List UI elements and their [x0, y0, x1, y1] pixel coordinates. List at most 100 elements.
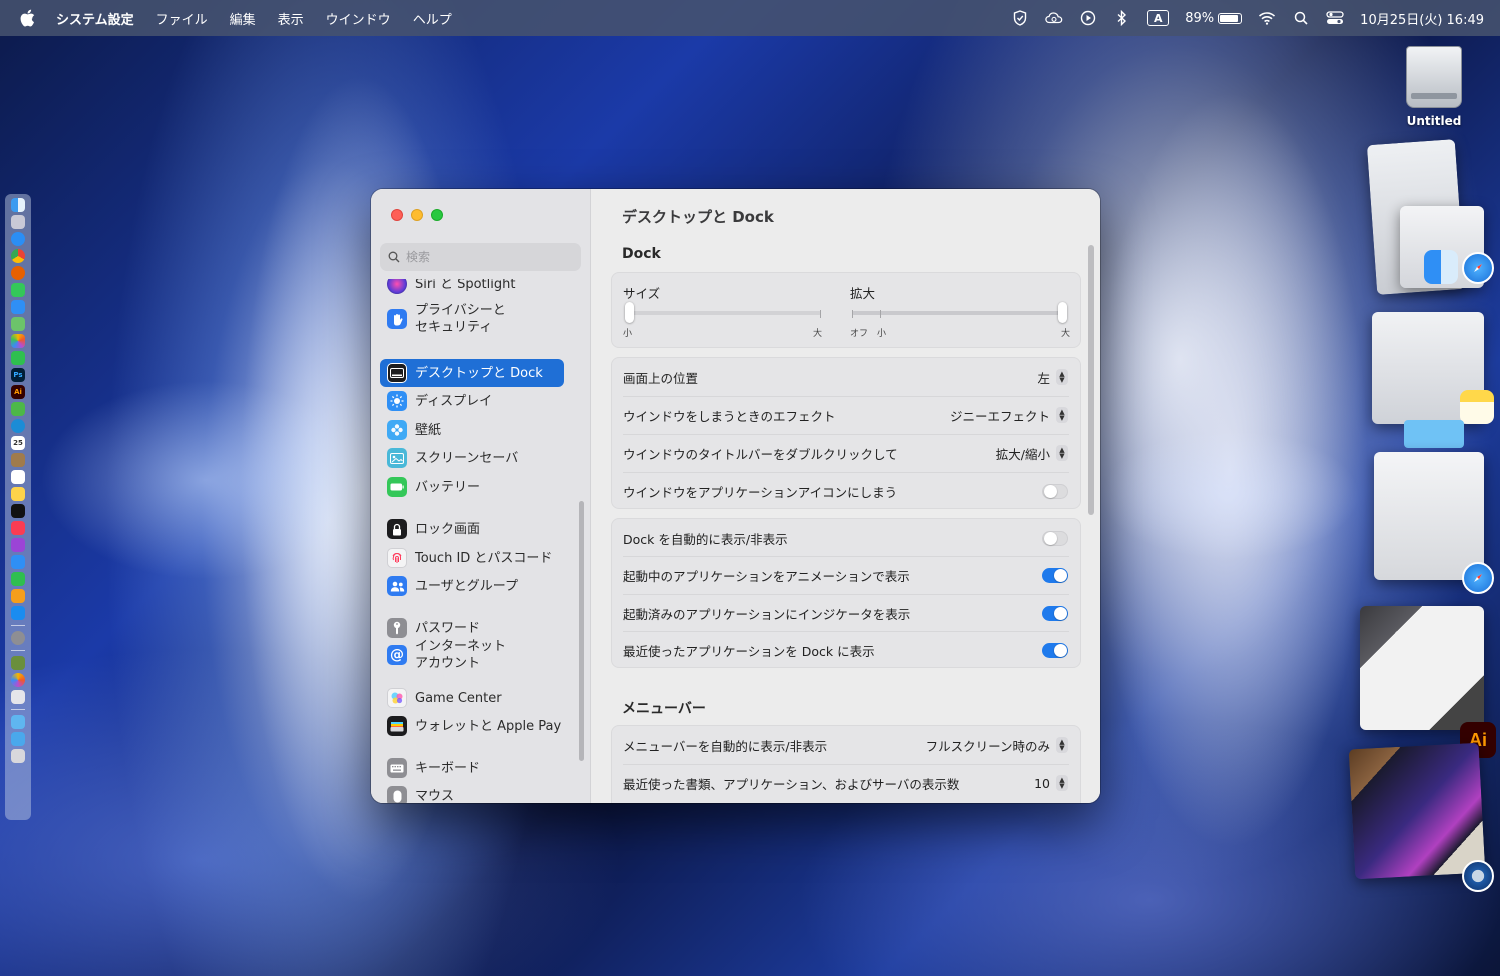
folder-icon[interactable]: [11, 715, 25, 729]
menu-edit[interactable]: 編集: [230, 9, 256, 28]
notes-icon[interactable]: [11, 487, 25, 501]
finder-icon[interactable]: [11, 198, 25, 212]
sidebar-item-wallet[interactable]: ウォレットと Apple Pay: [380, 713, 564, 739]
minimize-effect-row[interactable]: ウインドウをしまうときのエフェクト ジニーエフェクト ▲ ▼: [612, 396, 1080, 434]
animate-apps-toggle[interactable]: [1042, 567, 1068, 583]
content-scrollbar[interactable]: [1088, 245, 1094, 515]
desktop-stack-images[interactable]: [1374, 452, 1484, 580]
auto-hide-menubar-popup[interactable]: フルスクリーン時のみ ▲ ▼: [926, 736, 1068, 755]
sidebar-item-keyboard[interactable]: キーボード: [380, 755, 564, 781]
sidebar-item-internet-accounts[interactable]: @ インターネット アカウント: [380, 635, 564, 675]
chrome-icon[interactable]: [11, 249, 25, 263]
zoom-button[interactable]: [431, 209, 443, 221]
sidebar-item-display[interactable]: ディスプレイ: [380, 388, 564, 414]
pages-icon[interactable]: [11, 589, 25, 603]
firefox-icon[interactable]: [11, 266, 25, 280]
search-field[interactable]: [380, 243, 581, 271]
podcasts-icon[interactable]: [11, 538, 25, 552]
sidebar-item-battery[interactable]: バッテリー: [380, 474, 564, 500]
system-settings-icon[interactable]: [11, 631, 25, 645]
sidebar-item-lock-screen[interactable]: ロック画面: [380, 516, 564, 542]
wifi-icon[interactable]: [1258, 9, 1276, 27]
desktop-stack-illustrator[interactable]: [1360, 606, 1484, 730]
music-icon[interactable]: [11, 521, 25, 535]
sidebar-item-wallpaper[interactable]: 壁紙: [380, 417, 564, 443]
minimize-effect-popup[interactable]: ジニーエフェクト ▲ ▼: [950, 406, 1068, 425]
apple-menu-icon[interactable]: [18, 9, 36, 27]
facetime-icon[interactable]: [11, 351, 25, 365]
shield-check-icon[interactable]: [1011, 9, 1029, 27]
cloud-sync-icon[interactable]: [1045, 9, 1063, 27]
close-button[interactable]: [391, 209, 403, 221]
search-input[interactable]: [406, 250, 566, 264]
desktop-stack-videos[interactable]: [1348, 742, 1486, 880]
size-slider-track[interactable]: [625, 311, 821, 315]
menu-window[interactable]: ウインドウ: [326, 9, 391, 28]
double-click-row[interactable]: ウインドウのタイトルバーをダブルクリックして 拡大/縮小 ▲ ▼: [612, 434, 1080, 472]
sidebar-item-privacy[interactable]: プライバシーと セキュリティ: [380, 299, 564, 339]
play-circle-icon[interactable]: [1079, 9, 1097, 27]
control-center-icon[interactable]: [1326, 9, 1344, 27]
menu-help[interactable]: ヘルプ: [413, 9, 452, 28]
minimize-button[interactable]: [411, 209, 423, 221]
calendar-icon[interactable]: 25: [11, 436, 25, 450]
sidebar-item-mouse[interactable]: マウス: [380, 783, 564, 803]
menu-app-name[interactable]: システム設定: [56, 9, 134, 28]
input-source-icon[interactable]: A: [1147, 10, 1170, 26]
menu-view[interactable]: 表示: [278, 9, 304, 28]
safari-icon[interactable]: [1462, 562, 1494, 594]
recent-apps-toggle[interactable]: [1042, 642, 1068, 658]
spotlight-search-icon[interactable]: [1292, 9, 1310, 27]
menu-file[interactable]: ファイル: [156, 9, 208, 28]
sidebar-item-users[interactable]: ユーザとグループ: [380, 573, 564, 599]
photos-icon[interactable]: [11, 334, 25, 348]
maps-icon[interactable]: [11, 317, 25, 331]
photoshop-icon[interactable]: Ps: [11, 368, 25, 382]
trash-icon[interactable]: [11, 749, 25, 763]
auto-hide-menubar-row[interactable]: メニューバーを自動的に表示/非表示 フルスクリーン時のみ ▲ ▼: [612, 726, 1080, 764]
app-icon[interactable]: [11, 673, 25, 687]
folder-icon[interactable]: [1404, 420, 1464, 448]
app-store-icon[interactable]: [11, 606, 25, 620]
safari-icon[interactable]: [1462, 252, 1494, 284]
apple-tv-icon[interactable]: [11, 504, 25, 518]
magnify-slider-track[interactable]: [852, 311, 1066, 315]
magnify-slider-knob[interactable]: [1058, 302, 1067, 323]
double-click-popup[interactable]: 拡大/縮小 ▲ ▼: [996, 444, 1068, 463]
recent-items-row[interactable]: 最近使った書類、アプリケーション、およびサーバの表示数 10 ▲ ▼: [612, 764, 1080, 802]
illustrator-icon[interactable]: Ai: [11, 385, 25, 399]
app-icon[interactable]: [11, 402, 25, 416]
position-popup[interactable]: 左 ▲ ▼: [1037, 368, 1068, 387]
notes-icon[interactable]: [1460, 390, 1494, 424]
mail-icon[interactable]: [11, 300, 25, 314]
reminders-icon[interactable]: [11, 470, 25, 484]
quicktime-icon[interactable]: [11, 419, 25, 433]
finder-icon[interactable]: [1424, 250, 1458, 284]
desktop-disk[interactable]: Untitled: [1398, 46, 1470, 128]
bluetooth-icon[interactable]: [1113, 9, 1131, 27]
sidebar-scrollbar[interactable]: [579, 501, 584, 761]
safari-icon[interactable]: [11, 232, 25, 246]
minimize-to-icon-toggle[interactable]: [1042, 483, 1068, 499]
battery-status[interactable]: 89%: [1185, 11, 1243, 26]
messages-icon[interactable]: [11, 283, 25, 297]
downloads-folder-icon[interactable]: [11, 732, 25, 746]
sidebar-item-game-center[interactable]: Game Center: [380, 685, 564, 711]
app-icon[interactable]: [11, 453, 25, 467]
position-row[interactable]: 画面上の位置 左 ▲ ▼: [612, 358, 1080, 396]
printer-icon[interactable]: [11, 690, 25, 704]
sidebar-item-desktop-dock[interactable]: デスクトップと Dock: [380, 359, 564, 387]
launchpad-icon[interactable]: [11, 215, 25, 229]
sidebar-item-siri-spotlight[interactable]: Siri と Spotlight: [380, 279, 564, 297]
show-indicators-toggle[interactable]: [1042, 605, 1068, 621]
numbers-icon[interactable]: [11, 572, 25, 586]
menu-clock[interactable]: 10月25日(火) 16:49: [1360, 9, 1484, 28]
quicktime-icon[interactable]: [1462, 860, 1494, 892]
app-icon[interactable]: [11, 555, 25, 569]
sidebar-item-screensaver[interactable]: スクリーンセーバ: [380, 445, 564, 471]
auto-hide-dock-toggle[interactable]: [1042, 530, 1068, 546]
recent-items-popup[interactable]: 10 ▲ ▼: [1034, 775, 1068, 791]
app-icon[interactable]: [11, 656, 25, 670]
sidebar-item-touch-id[interactable]: Touch ID とパスコード: [380, 545, 564, 571]
size-slider-knob[interactable]: [625, 302, 634, 323]
